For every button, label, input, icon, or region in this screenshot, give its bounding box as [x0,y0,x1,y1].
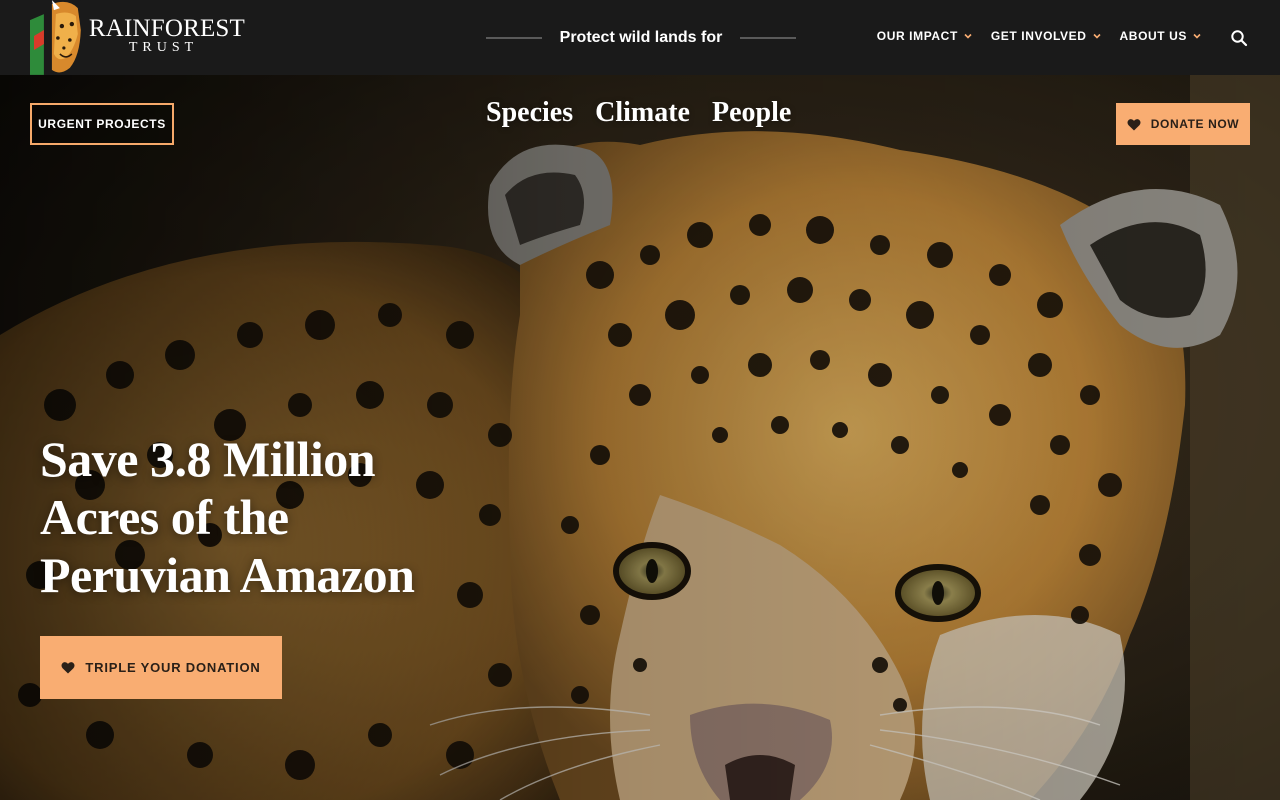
hero-headline: Save 3.8 Million Acres of the Peruvian A… [40,430,500,604]
logo-name: RAINFOREST [88,15,245,42]
topic-links: Species Climate People [486,97,813,129]
jaguar-logo-icon [30,0,81,75]
headline-line-2: Acres of the [40,489,289,545]
topic-people[interactable]: People [712,97,791,129]
triple-donation-label: TRIPLE YOUR DONATION [85,660,261,675]
donate-now-button[interactable]: DONATE NOW [1116,103,1250,145]
heart-icon [1127,118,1141,130]
nav-item-label: GET INVOLVED [990,29,1087,43]
urgent-projects-button[interactable]: URGENT PROJECTS [30,103,174,145]
site-header: RAINFOREST TRUST Protect wild lands for … [0,0,1280,75]
nav-item-label: OUR IMPACT [876,29,958,43]
heart-icon [61,662,75,674]
triple-donation-button[interactable]: TRIPLE YOUR DONATION [40,636,282,699]
nav-about-us[interactable]: ABOUT US [1120,29,1202,43]
nav-get-involved[interactable]: GET INVOLVED [991,29,1102,43]
nav-our-impact[interactable]: OUR IMPACT [877,29,973,43]
chevron-down-icon [1193,33,1201,39]
topic-species[interactable]: Species [486,97,573,129]
tagline-text: Protect wild lands for [559,29,723,46]
headline-line-3: Peruvian Amazon [40,547,415,603]
search-icon[interactable] [1230,29,1248,47]
tagline: Protect wild lands for [486,24,796,52]
chevron-down-icon [964,33,972,39]
nav-item-label: ABOUT US [1119,29,1187,43]
tagline-rule-right [740,37,796,39]
tagline-rule-left [486,37,542,39]
donate-now-label: DONATE NOW [1150,117,1240,131]
logo-sub: TRUST [128,40,199,55]
main-nav: OUR IMPACT GET INVOLVED ABOUT US [859,29,1202,43]
site-logo[interactable]: RAINFOREST TRUST [30,0,245,75]
hero-section: URGENT PROJECTS Species Climate People D… [0,75,1280,800]
topic-climate[interactable]: Climate [595,97,690,129]
headline-line-1: Save 3.8 Million [40,431,376,487]
chevron-down-icon [1092,33,1101,39]
